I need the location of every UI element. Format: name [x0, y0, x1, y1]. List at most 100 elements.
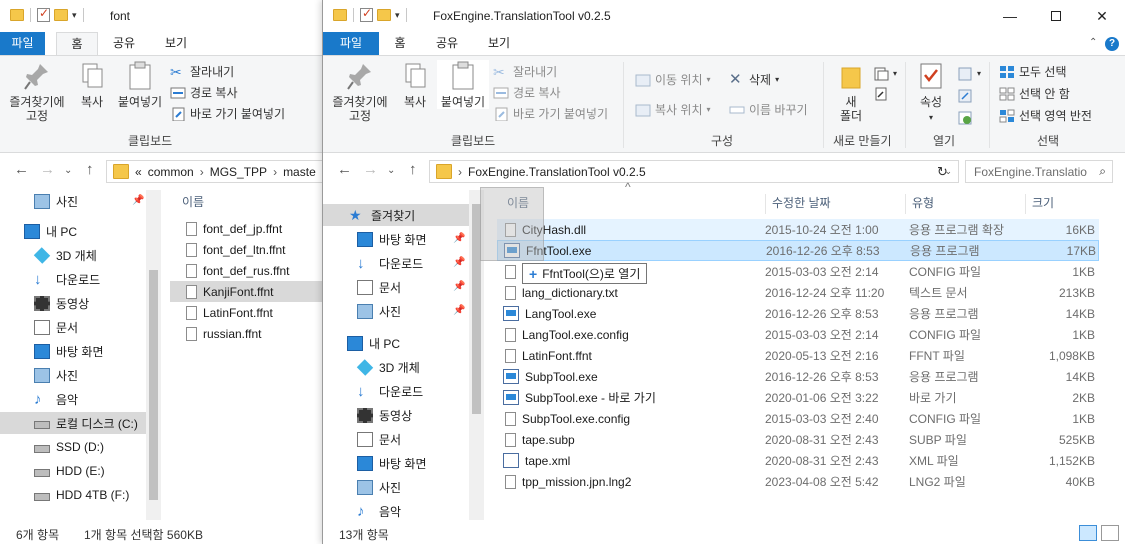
- list-item[interactable]: font_def_rus.ffnt: [170, 260, 330, 281]
- collapse-ribbon-icon[interactable]: ⌃: [1089, 37, 1097, 48]
- list-item-selected[interactable]: KanjiFont.ffnt: [170, 281, 330, 302]
- chevron-down-icon[interactable]: ▾: [395, 10, 400, 21]
- table-row[interactable]: LangTool.exe.config 2015-03-03 오전 2:14 CON…: [497, 324, 1099, 345]
- close-button[interactable]: ✕: [1079, 0, 1125, 32]
- breadcrumb-item[interactable]: FoxEngine.TranslationTool v0.2.5: [468, 165, 646, 179]
- large-icons-view-icon[interactable]: [1101, 525, 1119, 541]
- forward-arrow-icon[interactable]: →: [40, 161, 55, 178]
- paste-button[interactable]: 붙여넣기: [114, 60, 166, 109]
- pin-icon[interactable]: 📌: [453, 233, 465, 244]
- list-item[interactable]: LatinFont.ffnt: [170, 302, 330, 323]
- table-row[interactable]: SubpTool.exe - 바로 가기 2020-01-06 오전 3:22 바로…: [497, 387, 1099, 408]
- nav-item-pictures[interactable]: 사진: [34, 190, 144, 212]
- column-header-type[interactable]: 유형: [905, 194, 934, 214]
- table-row[interactable]: FfntTool.exe 2016-12-26 오후 8:53 응용 프로그램 17K…: [497, 240, 1099, 261]
- breadcrumb-overflow[interactable]: «: [135, 165, 142, 179]
- table-row[interactable]: CityHash.dll 2015-10-24 오전 1:00 응용 프로그램 확장…: [497, 219, 1099, 240]
- nav-item-downloads[interactable]: ↓ 다운로드: [34, 268, 144, 290]
- minimize-button[interactable]: —: [987, 0, 1033, 32]
- table-row[interactable]: SubpTool.exe.config 2015-03-03 오전 2:40 CON…: [497, 408, 1099, 429]
- forward-arrow-icon[interactable]: →: [363, 161, 378, 178]
- title-bar[interactable]: ▾ font: [0, 0, 330, 32]
- title-bar[interactable]: ▾ FoxEngine.TranslationTool v0.2.5 — ✕: [323, 0, 1125, 32]
- move-to-button[interactable]: 이동 위치 ▾: [635, 70, 711, 89]
- new-item-button[interactable]: ▾: [873, 64, 897, 83]
- table-row[interactable]: lang_dictionary.txt 2016-12-24 오후 11:20 텍스…: [497, 282, 1099, 303]
- table-row[interactable]: tape.xml 2020-08-31 오전 2:43 XML 파일 1,152KB: [497, 450, 1099, 471]
- tab-home[interactable]: 홈: [379, 32, 421, 55]
- details-view-icon[interactable]: [1079, 525, 1097, 541]
- copy-button[interactable]: 복사: [397, 60, 433, 109]
- scroll-thumb[interactable]: [149, 270, 158, 500]
- new-folder-button[interactable]: 새 폴더: [831, 60, 871, 123]
- new-folder-icon[interactable]: [54, 9, 68, 21]
- nav-item-local-disk-c[interactable]: 로컬 디스크 (C:): [0, 412, 146, 434]
- back-arrow-icon[interactable]: ←: [337, 161, 352, 178]
- back-arrow-icon[interactable]: ←: [14, 161, 29, 178]
- up-arrow-icon[interactable]: ↑: [86, 161, 94, 178]
- paste-shortcut-button[interactable]: 바로 가기 붙여넣기: [170, 104, 285, 123]
- breadcrumb-item[interactable]: MGS_TPP: [210, 165, 267, 179]
- breadcrumb-item[interactable]: common: [148, 165, 194, 179]
- tab-share[interactable]: 공유: [104, 32, 144, 55]
- table-row[interactable]: tpp_mission.jpn.lng2 2023-04-08 오전 5:42 LN…: [497, 471, 1099, 492]
- list-item[interactable]: font_def_ltn.ffnt: [170, 239, 330, 260]
- properties-icon[interactable]: [37, 6, 50, 22]
- nav-item-documents[interactable]: 문서: [34, 316, 144, 338]
- cut-button[interactable]: ✂ 잘라내기: [493, 62, 557, 81]
- pin-quick-access-button[interactable]: 즐겨찾기에 고정: [6, 60, 68, 123]
- pin-quick-access-button[interactable]: 즐겨찾기에 고정: [329, 60, 391, 123]
- nav-item-desktop[interactable]: 바탕 화면: [34, 340, 144, 362]
- properties-button[interactable]: 속성 ▾: [911, 60, 951, 125]
- column-header-name[interactable]: 이름: [182, 193, 204, 210]
- paste-shortcut-button[interactable]: 바로 가기 붙여넣기: [493, 104, 608, 123]
- new-folder-icon[interactable]: [377, 9, 391, 21]
- address-bar[interactable]: « common › MGS_TPP › maste: [106, 160, 330, 183]
- rename-button[interactable]: 이름 바꾸기: [729, 100, 808, 119]
- invert-selection-button[interactable]: 선택 영역 반전: [999, 106, 1092, 125]
- table-row[interactable]: tape.subp 2020-08-31 오전 2:43 SUBP 파일 525KB: [497, 429, 1099, 450]
- copy-to-button[interactable]: 복사 위치 ▾: [635, 100, 711, 119]
- help-icon[interactable]: ?: [1105, 37, 1119, 51]
- table-row[interactable]: SubpTool.exe 2016-12-26 오후 8:53 응용 프로그램 14K…: [497, 366, 1099, 387]
- nav-item-desktop[interactable]: 바탕 화면: [357, 228, 457, 250]
- breadcrumb-item[interactable]: maste: [283, 165, 316, 179]
- copy-path-button[interactable]: 경로 복사: [493, 83, 561, 102]
- nav-item-hdd-4tb-f[interactable]: HDD 4TB (F:): [34, 484, 144, 506]
- tab-home[interactable]: 홈: [56, 32, 98, 55]
- table-row[interactable]: LangTool.exe 2016-12-26 오후 8:53 응용 프로그램 14K…: [497, 303, 1099, 324]
- tab-file[interactable]: 파일: [323, 32, 379, 55]
- nav-scrollbar[interactable]: [146, 190, 161, 520]
- nav-item-downloads[interactable]: ↓ 다운로드: [357, 380, 467, 402]
- nav-item-this-pc[interactable]: 내 PC: [347, 332, 467, 354]
- select-none-button[interactable]: 선택 안 함: [999, 84, 1070, 103]
- up-arrow-icon[interactable]: ↑: [409, 161, 417, 178]
- easy-access-button[interactable]: [873, 84, 889, 103]
- nav-item-music[interactable]: ♪ 음악: [357, 500, 467, 522]
- nav-item-documents[interactable]: 문서: [357, 428, 467, 450]
- copy-path-button[interactable]: 경로 복사: [170, 83, 238, 102]
- nav-item-downloads[interactable]: ↓ 다운로드: [357, 252, 457, 274]
- pin-icon[interactable]: 📌: [453, 305, 465, 316]
- delete-button[interactable]: ✕ 삭제 ▾: [729, 70, 779, 89]
- table-row[interactable]: LatinFont.ffnt 2020-05-13 오전 2:16 FFNT 파일 1…: [497, 345, 1099, 366]
- edit-button[interactable]: [957, 86, 973, 105]
- nav-item-hdd-e[interactable]: HDD (E:): [34, 460, 144, 482]
- nav-item-music[interactable]: ♪ 음악: [34, 388, 144, 410]
- nav-item-videos[interactable]: 동영상: [357, 404, 467, 426]
- pin-icon[interactable]: 📌: [453, 257, 465, 268]
- select-all-button[interactable]: 모두 선택: [999, 62, 1067, 81]
- column-header-size[interactable]: 크기: [1025, 194, 1054, 214]
- chevron-down-icon[interactable]: ▾: [72, 10, 77, 21]
- pin-icon[interactable]: 📌: [453, 281, 465, 292]
- refresh-icon[interactable]: ↻: [937, 164, 948, 180]
- nav-item-pictures[interactable]: 사진: [357, 476, 467, 498]
- maximize-button[interactable]: [1033, 0, 1079, 32]
- list-item[interactable]: russian.ffnt: [170, 323, 330, 344]
- nav-item-3d-objects[interactable]: 3D 개체: [33, 244, 144, 266]
- tab-view[interactable]: 보기: [479, 32, 519, 55]
- tab-view[interactable]: 보기: [156, 32, 196, 55]
- nav-item-3d-objects[interactable]: 3D 개체: [356, 356, 467, 378]
- search-input[interactable]: FoxEngine.Translatio ⌕: [965, 160, 1113, 183]
- nav-item-quick-access[interactable]: ★ 즐겨찾기: [323, 204, 469, 226]
